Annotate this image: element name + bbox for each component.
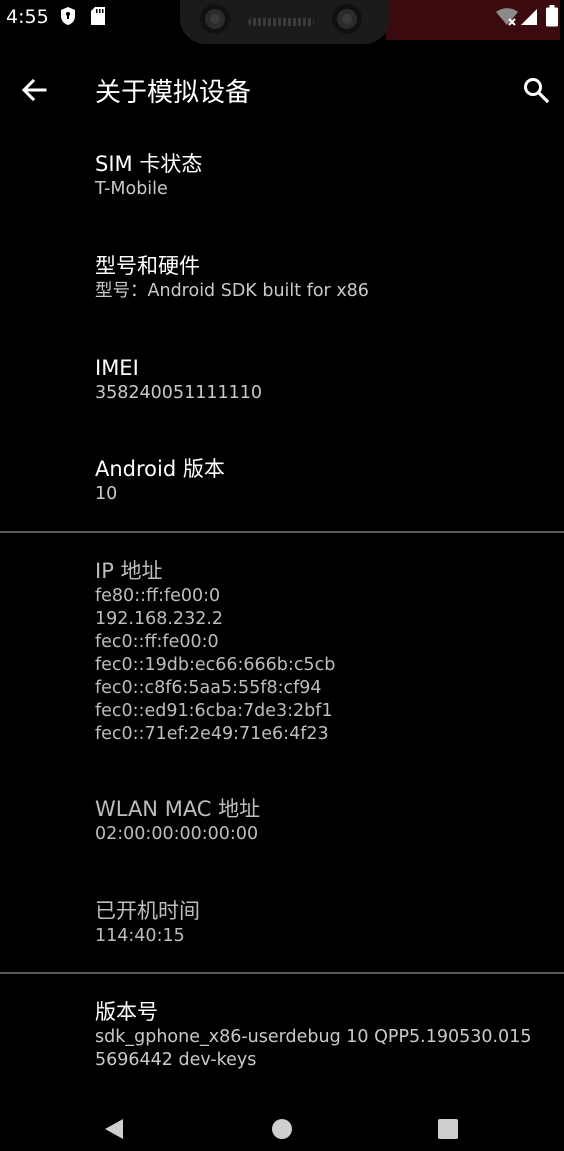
item-summary: 5696442 dev-keys xyxy=(95,1050,257,1070)
item-summary: 02:00:00:00:00:00 xyxy=(95,824,259,844)
item-summary: T-Mobile xyxy=(95,179,168,199)
item-title: Android 版本 xyxy=(95,457,225,481)
recents-square-icon xyxy=(438,1118,458,1139)
item-summary: 型号：Android SDK built for x86 xyxy=(95,281,369,301)
camera-lens xyxy=(332,4,362,34)
shield-icon xyxy=(60,6,76,30)
item-summary: 10 xyxy=(95,484,118,504)
android-version-item[interactable]: Android 版本 10 xyxy=(95,455,545,506)
ip-line: fec0::19db:ec66:666b:c5cb xyxy=(95,655,336,675)
home-circle-icon xyxy=(272,1118,292,1139)
back-button[interactable] xyxy=(14,70,54,110)
top-app-bar: 关于模拟设备 xyxy=(0,58,564,122)
item-summary: 114:40:15 xyxy=(95,926,185,946)
sd-card-icon xyxy=(90,6,106,30)
item-title: 型号和硬件 xyxy=(95,254,200,278)
uptime-item: 已开机时间 114:40:15 xyxy=(95,897,545,948)
item-title: 已开机时间 xyxy=(95,899,200,923)
camera-lens xyxy=(200,4,230,34)
camera-cutout xyxy=(180,0,390,44)
section-divider xyxy=(0,972,564,974)
ip-line: fec0::71ef:2e49:71e6:4f23 xyxy=(95,724,329,744)
speaker-grille xyxy=(248,18,314,26)
back-triangle-icon xyxy=(105,1118,123,1139)
search-icon xyxy=(524,78,549,103)
nav-back-button[interactable] xyxy=(84,1106,144,1151)
ip-line: fe80::ff:fe00:0 xyxy=(95,586,221,606)
ip-line: fec0::ff:fe00:0 xyxy=(95,632,219,652)
signal-icon xyxy=(520,8,538,30)
ip-line: 192.168.232.2 xyxy=(95,609,224,629)
search-button[interactable] xyxy=(516,70,556,110)
status-bar: 4:55 xyxy=(0,0,564,44)
item-summary: sdk_gphone_x86-userdebug 10 QPP5.190530.… xyxy=(95,1027,532,1047)
ip-line: fec0::c8f6:5aa5:55f8:cf94 xyxy=(95,678,322,698)
ip-line: fec0::ed91:6cba:7de3:2bf1 xyxy=(95,701,333,721)
item-title: IMEI xyxy=(95,356,139,380)
item-title: WLAN MAC 地址 xyxy=(95,797,261,821)
model-hardware-item[interactable]: 型号和硬件 型号：Android SDK built for x86 xyxy=(95,252,545,303)
item-title: 版本号 xyxy=(95,1000,158,1024)
status-time: 4:55 xyxy=(6,6,49,28)
section-divider xyxy=(0,531,564,533)
page-title: 关于模拟设备 xyxy=(95,78,252,108)
ip-address-item: IP 地址 fe80::ff:fe00:0 192.168.232.2 fec0… xyxy=(95,557,545,746)
item-summary: 358240051111110 xyxy=(95,383,263,403)
battery-icon xyxy=(546,5,558,31)
imei-item[interactable]: IMEI 358240051111110 xyxy=(95,354,545,405)
wifi-off-icon xyxy=(496,8,518,30)
nav-recents-button[interactable] xyxy=(418,1106,478,1151)
nav-home-button[interactable] xyxy=(252,1106,312,1151)
build-number-item[interactable]: 版本号 sdk_gphone_x86-userdebug 10 QPP5.190… xyxy=(95,998,545,1072)
item-title: IP 地址 xyxy=(95,559,163,583)
arrow-back-icon xyxy=(21,78,47,102)
sim-status-item[interactable]: SIM 卡状态 T-Mobile xyxy=(95,150,545,201)
navigation-bar xyxy=(0,1106,564,1151)
item-title: SIM 卡状态 xyxy=(95,152,203,176)
wlan-mac-item: WLAN MAC 地址 02:00:00:00:00:00 xyxy=(95,795,545,846)
